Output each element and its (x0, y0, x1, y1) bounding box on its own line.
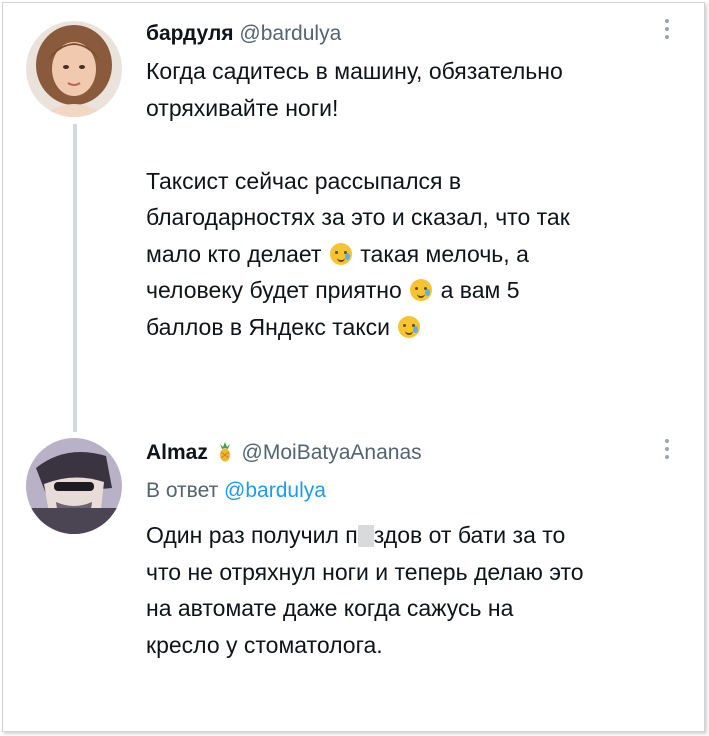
tweet-text: Когда садитесь в машину, обязательно отр… (146, 53, 686, 345)
tweet-header: Almaz @MoiBatyaAnanas (146, 440, 422, 466)
smiling-face-with-tear-icon (398, 315, 421, 338)
text-segment: мало кто делает (146, 240, 322, 267)
text-line: Когда садитесь в машину, обязательно (146, 58, 563, 84)
author-handle[interactable]: @bardulya (239, 22, 341, 45)
text-line: на автомате даже когда сажусь на (146, 595, 514, 621)
text-segment: человеку будет приятно (146, 277, 402, 303)
text-segment: такая мелочь, а (360, 240, 529, 267)
text-segment: здов от бати за то (373, 522, 566, 548)
text-line: человеку будет приятно а вам 5 (146, 272, 686, 309)
author-name[interactable]: бардуля (146, 22, 234, 45)
reply-context: В ответ @bardulya (146, 478, 326, 504)
text-line: благодарностях за это и сказал, что так (146, 204, 570, 230)
text-line: Один раз получил п здов от бати за то (146, 517, 686, 554)
reply-handle-link[interactable]: @bardulya (224, 479, 326, 502)
tweet-header: бардуля @bardulya (146, 21, 341, 47)
text-line: Таксист сейчас рассыпался в (146, 167, 462, 194)
tweet-reply[interactable]: Almaz @MoiBatyaAnanas В ответ @bardulya … (0, 420, 709, 720)
more-vertical-icon[interactable] (664, 438, 670, 460)
tweet-original[interactable]: бардуля @bardulya Когда садитесь в машин… (0, 0, 709, 432)
text-line: мало кто делает такая мелочь, а (146, 236, 686, 273)
text-segment: а вам 5 (440, 277, 520, 303)
tweet-text: Один раз получил п здов от бати за то что… (146, 517, 686, 663)
text-line: что не отряхнул ноги и теперь делаю это (146, 558, 584, 585)
text-line: отряхивайте ноги! (146, 94, 339, 121)
smiling-face-with-tear-icon (329, 242, 352, 265)
text-segment: баллов в Яндекс такси (146, 313, 391, 340)
text-line: кресло у стоматолога. (146, 631, 383, 658)
avatar-bardulya[interactable] (26, 21, 122, 117)
smiling-face-with-tear-icon (410, 279, 433, 301)
avatar-moibatyaananas[interactable] (26, 438, 122, 534)
author-name[interactable]: Almaz (146, 441, 208, 464)
pineapple-icon (218, 442, 232, 462)
censor-block (357, 525, 374, 547)
text-line: баллов в Яндекс такси (146, 309, 686, 346)
thread-connector-line (73, 124, 77, 432)
text-segment: Один раз получил п (146, 522, 358, 548)
more-vertical-icon[interactable] (664, 18, 670, 40)
reply-prefix: В ответ (146, 479, 219, 502)
author-handle[interactable]: @MoiBatyaAnanas (242, 441, 422, 464)
